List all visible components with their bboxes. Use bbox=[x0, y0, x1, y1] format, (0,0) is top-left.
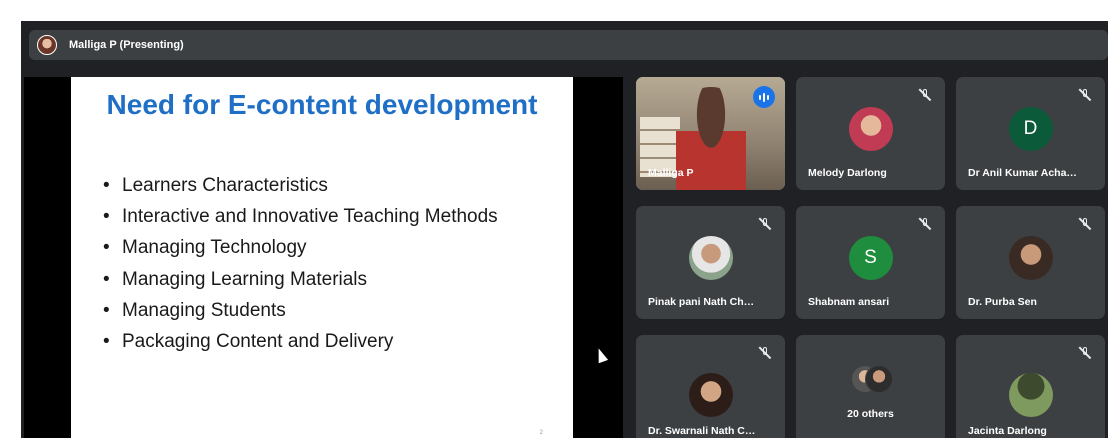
participant-tile-pinak[interactable]: Pinak pani Nath Ch… bbox=[636, 206, 785, 319]
participant-avatar bbox=[688, 373, 733, 417]
participant-tile-jacinta[interactable]: Jacinta Darlong bbox=[956, 335, 1105, 438]
presentation-slide: Need for E-content development • Learners… bbox=[71, 77, 573, 438]
slide-bullet: • Managing Learning Materials bbox=[103, 268, 368, 290]
meet-window: Malliga P (Presenting) Need for E-conten… bbox=[21, 21, 1108, 438]
participant-tile-swarnali[interactable]: Dr. Swarnali Nath C… bbox=[636, 335, 785, 438]
slide-bullet: • Packaging Content and Delivery bbox=[103, 331, 394, 353]
participant-tile-shabnam[interactable]: S Shabnam ansari bbox=[796, 206, 945, 319]
participant-name: Jacinta Darlong bbox=[968, 425, 1047, 437]
participant-name: Dr. Purba Sen bbox=[968, 296, 1037, 308]
participant-tile-malliga[interactable]: Malliga P bbox=[636, 77, 785, 190]
slide-title: Need for E-content development bbox=[106, 89, 538, 120]
presenter-avatar bbox=[37, 35, 57, 55]
participant-tile-purba[interactable]: Dr. Purba Sen bbox=[956, 206, 1105, 319]
participant-name: Dr. Swarnali Nath C… bbox=[648, 425, 756, 437]
participant-avatar bbox=[1008, 236, 1053, 280]
participant-avatar bbox=[688, 236, 733, 280]
mic-off-icon bbox=[1077, 216, 1093, 232]
presentation-stage[interactable]: Need for E-content development • Learners… bbox=[24, 77, 623, 438]
presenter-title: Malliga P (Presenting) bbox=[69, 39, 184, 51]
participant-tile-others[interactable]: 20 others bbox=[796, 335, 945, 438]
participant-avatar bbox=[848, 107, 893, 151]
mic-off-icon bbox=[1077, 345, 1093, 361]
mouse-cursor-icon bbox=[593, 346, 609, 364]
speaking-indicator-icon bbox=[753, 86, 775, 108]
mic-off-icon bbox=[757, 216, 773, 232]
presenter-bar: Malliga P (Presenting) bbox=[29, 30, 1108, 60]
participant-tile-anil[interactable]: D Dr Anil Kumar Acha… bbox=[956, 77, 1105, 190]
mic-off-icon bbox=[757, 345, 773, 361]
mic-off-icon bbox=[1077, 87, 1093, 103]
others-count: 20 others bbox=[847, 408, 894, 420]
mic-off-icon bbox=[917, 216, 933, 232]
participant-tile-melody[interactable]: Melody Darlong bbox=[796, 77, 945, 190]
participant-name: Melody Darlong bbox=[808, 167, 887, 179]
others-avatars bbox=[850, 365, 893, 393]
slide-page-number: 2 bbox=[539, 430, 543, 436]
slide-bullet: • Managing Students bbox=[103, 299, 286, 321]
slide-bullet: • Learners Characteristics bbox=[103, 175, 328, 196]
mic-off-icon bbox=[917, 87, 933, 103]
participant-avatar: S bbox=[848, 236, 893, 280]
slide-bullet-list: • Learners Characteristics • Interactive a… bbox=[103, 170, 498, 357]
participant-name: Pinak pani Nath Ch… bbox=[648, 296, 755, 308]
slide-bullet: • Interactive and Innovative Teaching Met… bbox=[103, 206, 498, 228]
slide-bullet: • Managing Technology bbox=[103, 237, 307, 259]
participant-name: Dr Anil Kumar Acha… bbox=[968, 167, 1077, 179]
participant-name: Malliga P bbox=[648, 167, 694, 179]
participant-avatar bbox=[1008, 373, 1053, 417]
participant-avatar: D bbox=[1008, 107, 1053, 151]
participant-name: Shabnam ansari bbox=[808, 296, 890, 308]
